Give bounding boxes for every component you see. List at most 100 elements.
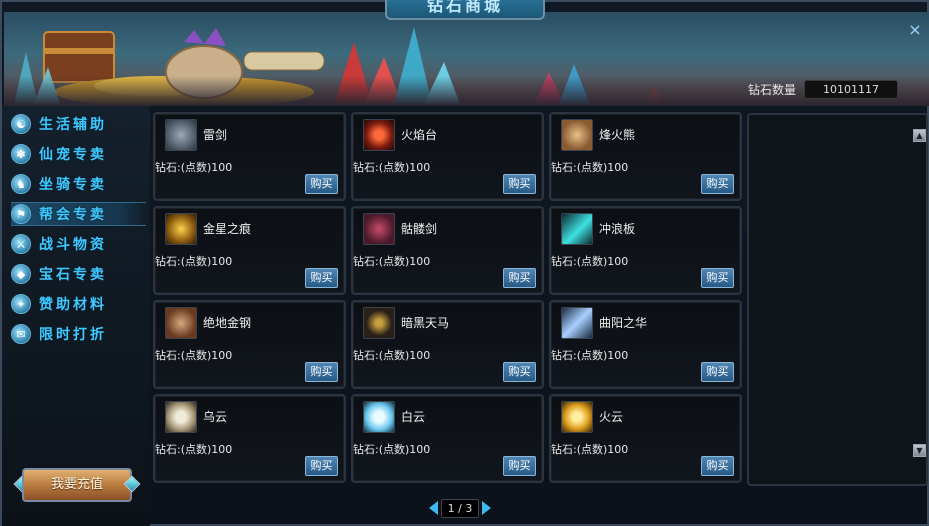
sidebar-item-gem[interactable]: ◆ 宝石专卖 <box>11 262 146 286</box>
buy-button[interactable]: 购买 <box>305 362 338 382</box>
recharge-area: 我要充值 <box>13 464 141 506</box>
page-indicator: 1 / 3 <box>441 499 479 518</box>
flame-altar-icon <box>363 119 395 151</box>
item-name: 雷剑 <box>203 128 228 142</box>
close-button[interactable]: × <box>907 22 923 38</box>
item-name: 暗黑天马 <box>401 316 450 330</box>
item-name: 骷髅剑 <box>401 222 438 236</box>
guild-icon: ⚑ <box>11 204 31 224</box>
item-price: 钻石:(点数)100 <box>551 443 629 456</box>
scroll-up-button[interactable]: ▲ <box>913 129 926 142</box>
quyang-splendor-icon <box>561 307 593 339</box>
buy-button[interactable]: 购买 <box>503 456 536 476</box>
skull-sword-icon <box>363 213 395 245</box>
right-info-panel: ▲ ▼ <box>747 113 928 486</box>
window-title: 钻石商城 <box>426 0 503 15</box>
item-price: 钻石:(点数)100 <box>353 161 431 174</box>
item-card: 火云 钻石:(点数)100 购买 <box>549 394 742 483</box>
thunder-sword-icon <box>165 119 197 151</box>
buy-button[interactable]: 购买 <box>305 268 338 288</box>
next-page-button[interactable] <box>482 501 491 515</box>
item-card: 乌云 钻石:(点数)100 购买 <box>153 394 346 483</box>
item-card: 绝地金钢 钻石:(点数)100 购买 <box>153 300 346 389</box>
item-card: 金星之痕 钻石:(点数)100 购买 <box>153 206 346 295</box>
item-card: 暗黑天马 钻石:(点数)100 购买 <box>351 300 544 389</box>
buy-button[interactable]: 购买 <box>701 362 734 382</box>
battle-supply-icon: ⚔ <box>11 234 31 254</box>
item-price: 钻石:(点数)100 <box>551 349 629 362</box>
buy-button[interactable]: 购买 <box>503 174 536 194</box>
diamond-count-value: 10101117 <box>804 80 898 99</box>
item-price: 钻石:(点数)100 <box>155 349 233 362</box>
item-name: 白云 <box>401 410 426 424</box>
item-name: 火云 <box>599 410 624 424</box>
sidebar-item-sponsor[interactable]: ✦ 赞助材料 <box>11 292 146 316</box>
item-name: 烽火熊 <box>599 128 636 142</box>
beacon-bear-icon <box>561 119 593 151</box>
white-cloud-icon <box>363 401 395 433</box>
item-price: 钻石:(点数)100 <box>353 255 431 268</box>
sidebar-item-mount[interactable]: ♞ 坐骑专卖 <box>11 172 146 196</box>
sidebar-item-label: 帮会专卖 <box>39 207 107 223</box>
category-sidebar: ☯ 生活辅助 ✽ 仙宠专卖 ♞ 坐骑专卖 ⚑ 帮会专卖 ⚔ 战斗物资 ◆ 宝石专… <box>2 106 150 526</box>
jedi-king-kong-icon <box>165 307 197 339</box>
item-price: 钻石:(点数)100 <box>353 349 431 362</box>
buy-button[interactable]: 购买 <box>305 456 338 476</box>
sidebar-item-guild[interactable]: ⚑ 帮会专卖 <box>11 202 146 226</box>
title-tab: 钻石商城 <box>385 0 545 20</box>
sidebar-item-label: 战斗物资 <box>39 237 107 253</box>
life-assist-icon: ☯ <box>11 114 31 134</box>
item-name: 冲浪板 <box>599 222 636 236</box>
sidebar-item-battle[interactable]: ⚔ 战斗物资 <box>11 232 146 256</box>
item-price: 钻石:(点数)100 <box>155 443 233 456</box>
item-name: 金星之痕 <box>203 222 252 236</box>
buy-button[interactable]: 购买 <box>305 174 338 194</box>
buy-button[interactable]: 购买 <box>701 456 734 476</box>
item-card: 曲阳之华 钻石:(点数)100 购买 <box>549 300 742 389</box>
item-card: 白云 钻石:(点数)100 购买 <box>351 394 544 483</box>
sidebar-item-label: 限时打折 <box>39 327 107 343</box>
sidebar-item-label: 仙宠专卖 <box>39 147 107 163</box>
item-price: 钻石:(点数)100 <box>551 255 629 268</box>
item-price: 钻石:(点数)100 <box>551 161 629 174</box>
item-card: 冲浪板 钻石:(点数)100 购买 <box>549 206 742 295</box>
pagination: 1 / 3 <box>429 499 491 519</box>
buy-button[interactable]: 购买 <box>701 174 734 194</box>
surfboard-icon <box>561 213 593 245</box>
prev-page-button[interactable] <box>429 501 438 515</box>
item-card: 烽火熊 钻石:(点数)100 购买 <box>549 112 742 201</box>
pet-paw-icon: ✽ <box>11 144 31 164</box>
sidebar-item-label: 生活辅助 <box>39 117 107 133</box>
item-card: 雷剑 钻石:(点数)100 购买 <box>153 112 346 201</box>
sidebar-item-sale[interactable]: ✉ 限时打折 <box>11 322 146 346</box>
sidebar-item-life-assist[interactable]: ☯ 生活辅助 <box>11 112 146 136</box>
item-price: 钻石:(点数)100 <box>353 443 431 456</box>
item-name: 绝地金钢 <box>203 316 252 330</box>
dark-cloud-icon <box>165 401 197 433</box>
item-price: 钻石:(点数)100 <box>155 255 233 268</box>
sidebar-item-label: 赞助材料 <box>39 297 107 313</box>
item-price: 钻石:(点数)100 <box>155 161 233 174</box>
item-name: 火焰台 <box>401 128 438 142</box>
mount-horse-icon: ♞ <box>11 174 31 194</box>
sponsor-material-icon: ✦ <box>11 294 31 314</box>
diamond-count-label: 钻石数量 <box>748 83 797 97</box>
sidebar-item-pet[interactable]: ✽ 仙宠专卖 <box>11 142 146 166</box>
sidebar-item-label: 宝石专卖 <box>39 267 107 283</box>
golden-star-mark-icon <box>165 213 197 245</box>
item-card: 骷髅剑 钻石:(点数)100 购买 <box>351 206 544 295</box>
shop-window: 钻石商城 × 钻石数量 10101117 ☯ 生活辅助 ✽ 仙宠专卖 ♞ 坐骑专… <box>0 0 929 526</box>
scroll-down-button[interactable]: ▼ <box>913 444 926 457</box>
buy-button[interactable]: 购买 <box>503 268 536 288</box>
item-name: 曲阳之华 <box>599 316 648 330</box>
item-card: 火焰台 钻石:(点数)100 购买 <box>351 112 544 201</box>
gem-icon: ◆ <box>11 264 31 284</box>
buy-button[interactable]: 购买 <box>503 362 536 382</box>
item-name: 乌云 <box>203 410 228 424</box>
sidebar-item-label: 坐骑专卖 <box>39 177 107 193</box>
buy-button[interactable]: 购买 <box>701 268 734 288</box>
megaphone-icon: ✉ <box>11 324 31 344</box>
recharge-button[interactable]: 我要充值 <box>22 468 132 502</box>
fire-cloud-icon <box>561 401 593 433</box>
dark-pegasus-icon <box>363 307 395 339</box>
